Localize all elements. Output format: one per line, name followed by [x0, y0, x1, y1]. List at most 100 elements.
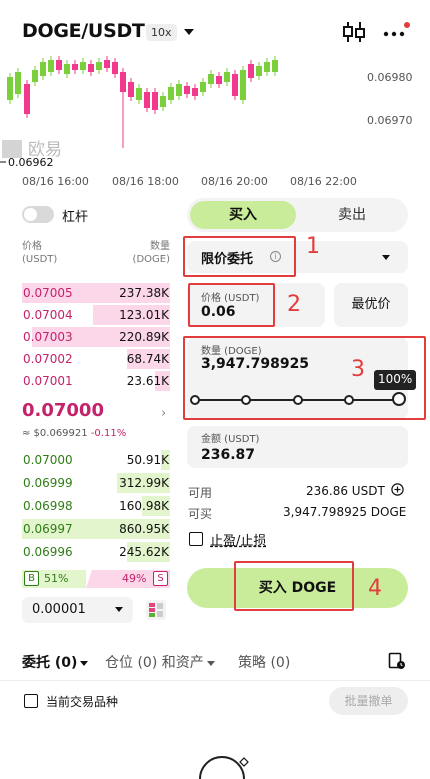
chevron-down-icon [206, 660, 215, 666]
side-tabs: 买入 卖出 [187, 198, 408, 232]
candle [15, 72, 21, 94]
chevron-down-icon [80, 660, 89, 666]
precision-select[interactable]: 0.00001 [22, 597, 133, 623]
ask-row[interactable]: 0.07001 23.61K [22, 371, 170, 391]
more-icon[interactable] [382, 22, 410, 44]
batch-cancel-button[interactable]: 批量撤单 [329, 687, 408, 715]
candle [264, 62, 270, 72]
candle [168, 87, 174, 100]
candle [112, 62, 118, 74]
current-pair-label: 当前交易品种 [46, 695, 119, 709]
tab-sell[interactable]: 卖出 [299, 201, 405, 229]
bid-row[interactable]: 0.07000 50.91K [22, 450, 170, 470]
candle [40, 62, 46, 76]
annotation-box-4 [234, 561, 354, 611]
low-price-marker: 0.06962 [8, 156, 54, 169]
buy-ratio: 51% [44, 572, 69, 585]
bid-row[interactable]: 0.06996 245.62K [22, 542, 170, 562]
ask-row[interactable]: 0.07003 220.89K [22, 327, 170, 347]
candle [208, 74, 214, 84]
change-pct: -0.11% [90, 428, 127, 439]
price-axis-label: 0.06970 [367, 114, 413, 127]
candle [248, 64, 254, 78]
candle [184, 86, 190, 94]
candle [48, 60, 54, 72]
candle [56, 60, 62, 70]
annotation-number-1: 1 [306, 234, 320, 259]
amount-input[interactable]: 金额 (USDT) 236.87 [187, 426, 408, 468]
available-value: 236.86 USDT [306, 484, 385, 498]
candle [176, 84, 182, 96]
annotation-number-4: 4 [368, 576, 382, 601]
pair-dropdown-icon[interactable] [184, 29, 194, 35]
candle [104, 60, 110, 68]
sell-ratio: 49% [122, 572, 147, 585]
current-pair-checkbox[interactable] [24, 694, 38, 708]
candle [136, 88, 142, 100]
candle [24, 84, 30, 114]
annotation-box-1 [183, 236, 296, 277]
chevron-down-icon [115, 607, 123, 612]
sell-badge: S [153, 571, 168, 586]
candle [224, 72, 230, 82]
candle [72, 64, 78, 70]
bid-row[interactable]: 0.06998 160.98K [22, 496, 170, 516]
add-funds-icon[interactable] [391, 483, 404, 496]
candle [216, 76, 222, 84]
candle [160, 96, 166, 107]
last-price: 0.07000 [22, 400, 104, 421]
candle [200, 82, 206, 92]
precision-value: 0.00001 [32, 602, 86, 617]
candle [128, 82, 134, 97]
header: DOGE/USDT 10x [0, 0, 430, 60]
annotation-number-2: 2 [287, 292, 301, 317]
pair-title[interactable]: DOGE/USDT [22, 20, 145, 42]
price-chart[interactable]: 0.06980 0.06970 欧易 0.06962 [0, 52, 430, 192]
candle [232, 74, 238, 96]
buy-badge: B [24, 571, 39, 586]
price-axis-label: 0.06980 [367, 71, 413, 84]
tab-strategy[interactable]: 策略 (0) [238, 652, 290, 672]
chevron-down-icon [382, 255, 390, 260]
candle [256, 66, 262, 76]
can-buy-value: 3,947.798925 DOGE [283, 505, 407, 519]
candle [7, 77, 13, 100]
tpsl-checkbox[interactable] [189, 532, 203, 546]
time-axis-label: 08/16 20:00 [201, 175, 268, 188]
orderbook-qty-header: 数量 (DOGE) [132, 241, 170, 265]
tab-orders[interactable]: 委托 (0) [22, 652, 89, 672]
tab-positions[interactable]: 仓位 (0) 和资产 [105, 652, 215, 672]
tpsl-label[interactable]: 止盈/止损 [210, 530, 266, 549]
order-history-icon[interactable] [388, 652, 406, 670]
orderbook-price-header: 价格 (USDT) [22, 241, 58, 265]
candle [192, 88, 198, 96]
time-axis-label: 08/16 18:00 [112, 175, 179, 188]
can-buy-label: 可买 [188, 507, 213, 521]
diamond-icon [199, 756, 249, 779]
candle [96, 62, 102, 70]
candle [32, 70, 38, 82]
available-label: 可用 [188, 486, 213, 500]
amount-value[interactable]: 236.87 [201, 447, 255, 463]
bid-row[interactable]: 0.06999 312.99K [22, 473, 170, 493]
leverage-badge: 10x [146, 24, 177, 41]
bid-row[interactable]: 0.06997 860.95K [22, 519, 170, 539]
margin-label: 杠杆 [62, 210, 89, 225]
tab-buy[interactable]: 买入 [190, 201, 296, 229]
orderbook-layout-icon[interactable] [146, 600, 166, 620]
candle-settings-icon[interactable] [342, 20, 366, 44]
candle [88, 64, 94, 72]
candle [240, 70, 246, 100]
ask-row[interactable]: 0.07005 237.38K [22, 283, 170, 303]
annotation-number-3: 3 [351, 357, 365, 382]
annotation-box-2 [188, 283, 275, 327]
candle [64, 64, 70, 74]
chevron-right-icon[interactable]: › [161, 406, 166, 421]
amount-label: 金额 (USDT) [201, 434, 260, 445]
best-price-button[interactable]: 最优价 [334, 283, 408, 327]
ask-row[interactable]: 0.07004 123.01K [22, 305, 170, 325]
candle [272, 60, 278, 72]
ask-row[interactable]: 0.07002 68.74K [22, 349, 170, 369]
candle [152, 92, 158, 110]
margin-toggle[interactable] [22, 206, 54, 223]
